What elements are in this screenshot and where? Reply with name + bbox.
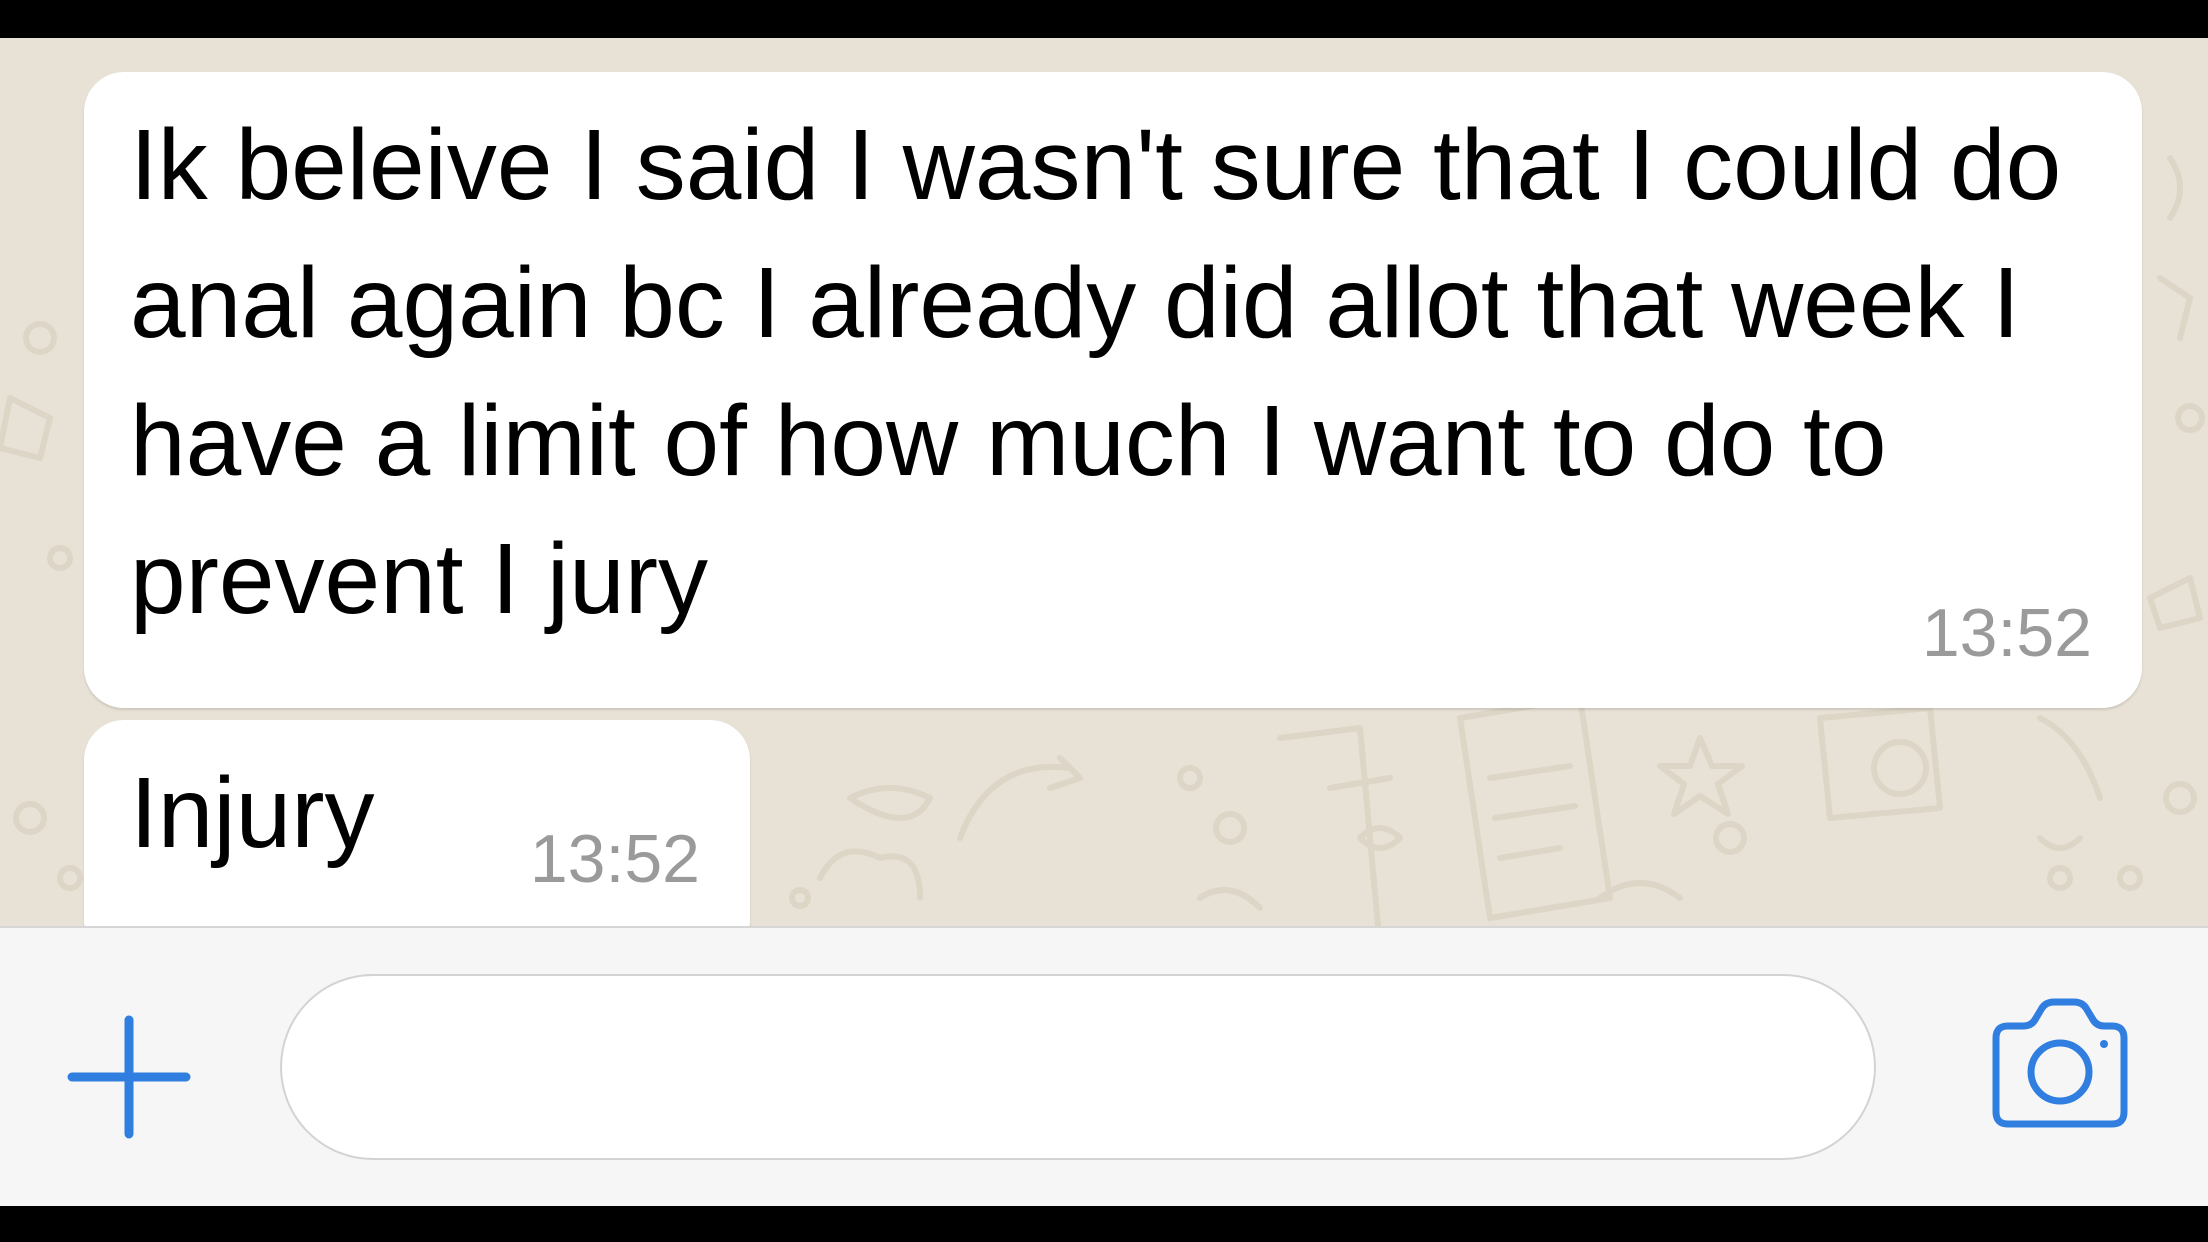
- incoming-message-bubble[interactable]: Injury 13:52: [84, 720, 750, 926]
- chat-message-area[interactable]: Ik beleive I said I wasn't sure that I c…: [0, 38, 2208, 926]
- attach-plus-button[interactable]: [56, 1004, 202, 1150]
- message-timestamp: 13:52: [1921, 595, 2092, 671]
- chat-screen: Ik beleive I said I wasn't sure that I c…: [0, 0, 2208, 1242]
- message-timestamp: 13:52: [529, 821, 700, 897]
- message-input-bar: [0, 926, 2208, 1206]
- camera-icon: [1992, 998, 2128, 1128]
- camera-button[interactable]: [1980, 998, 2140, 1138]
- message-input[interactable]: [280, 974, 1876, 1160]
- incoming-message-bubble[interactable]: Ik beleive I said I wasn't sure that I c…: [84, 72, 2142, 708]
- plus-icon: [67, 1015, 191, 1139]
- message-text: Ik beleive I said I wasn't sure that I c…: [130, 109, 2090, 635]
- message-text: Injury: [130, 757, 375, 869]
